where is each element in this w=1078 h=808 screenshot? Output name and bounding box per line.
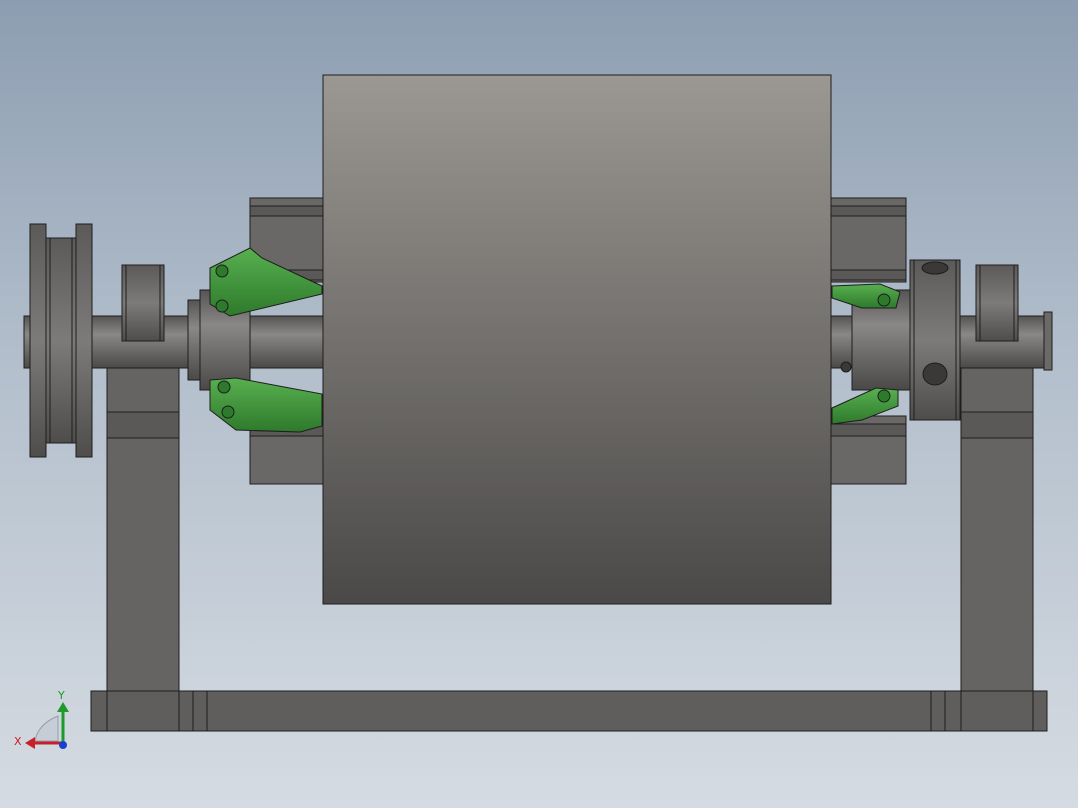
- y-axis-label: Y: [57, 689, 65, 702]
- collar-hole-icon: [921, 261, 949, 275]
- right-support-column[interactable]: [960, 340, 1034, 692]
- base-rail[interactable]: [90, 690, 1048, 732]
- left-support-column[interactable]: [106, 340, 180, 692]
- cad-viewport[interactable]: Y X: [0, 0, 1078, 808]
- x-axis-arrowhead: [25, 737, 35, 749]
- right-collar[interactable]: [909, 259, 961, 421]
- left-lower-linkage[interactable]: [209, 377, 323, 433]
- left-bearing-block[interactable]: [121, 264, 165, 342]
- x-axis-label: X: [14, 735, 22, 748]
- z-axis-dot: [59, 741, 67, 749]
- model-view[interactable]: Y X: [0, 0, 1078, 808]
- triad-plane-icon: [34, 715, 59, 742]
- y-axis-arrowhead: [57, 702, 69, 712]
- coordinate-triad: Y X: [14, 689, 69, 749]
- collar-hole-icon: [922, 362, 948, 386]
- pulley-wheel[interactable]: [29, 223, 93, 458]
- right-upper-linkage[interactable]: [831, 283, 901, 309]
- right-bearing-block[interactable]: [975, 264, 1019, 342]
- main-drum[interactable]: [322, 74, 832, 605]
